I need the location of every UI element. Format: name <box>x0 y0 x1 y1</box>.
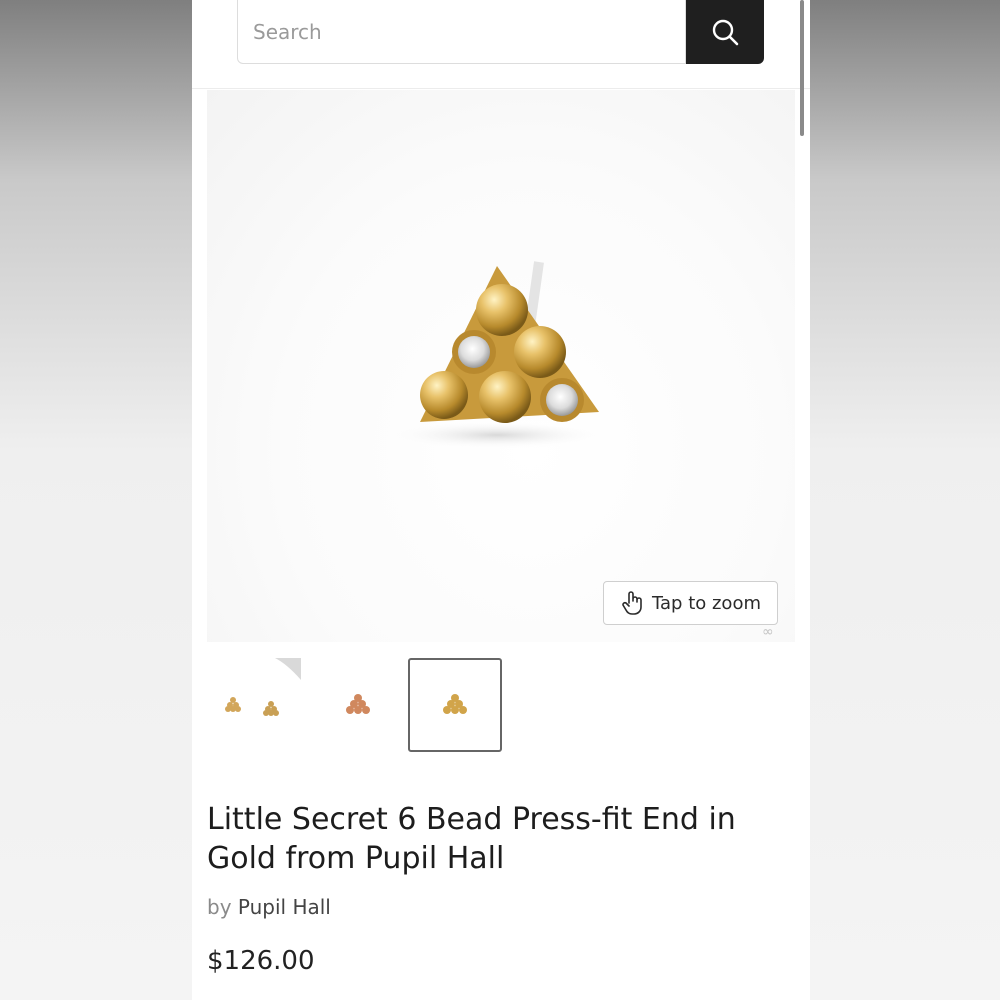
thumbnail-1-image <box>225 658 301 716</box>
thumbnail-3-image <box>443 694 467 714</box>
background-blur-left <box>0 0 192 1000</box>
infinity-logo-icon: ∞ <box>762 624 774 640</box>
product-photo <box>387 261 607 449</box>
thumbnail-1[interactable] <box>207 658 301 752</box>
search-button[interactable] <box>686 0 764 64</box>
tap-to-zoom-button[interactable]: Tap to zoom <box>603 581 778 625</box>
mobile-page: Tap to zoom ∞ Little Secret 6 Bead Press… <box>192 0 810 1000</box>
thumbnail-2-image <box>346 694 370 714</box>
vendor-link[interactable]: Pupil Hall <box>238 895 331 919</box>
tap-to-zoom-label: Tap to zoom <box>652 592 761 614</box>
search-input[interactable] <box>237 0 686 64</box>
product-main-image[interactable]: Tap to zoom ∞ <box>207 90 795 642</box>
product-price: $126.00 <box>207 946 315 976</box>
thumbnail-2[interactable] <box>311 658 405 752</box>
product-vendor: by Pupil Hall <box>207 895 331 919</box>
tap-hand-icon <box>622 591 642 615</box>
product-title: Little Secret 6 Bead Press-fit End in Go… <box>207 802 736 876</box>
background-blur-right <box>810 0 1000 1000</box>
thumbnail-3-selected[interactable] <box>408 658 502 752</box>
thumbnail-strip <box>207 658 795 754</box>
scrollbar[interactable] <box>800 0 804 136</box>
vendor-prefix: by <box>207 895 232 919</box>
search-icon <box>712 19 739 46</box>
search-bar <box>237 0 764 64</box>
header <box>192 0 810 89</box>
